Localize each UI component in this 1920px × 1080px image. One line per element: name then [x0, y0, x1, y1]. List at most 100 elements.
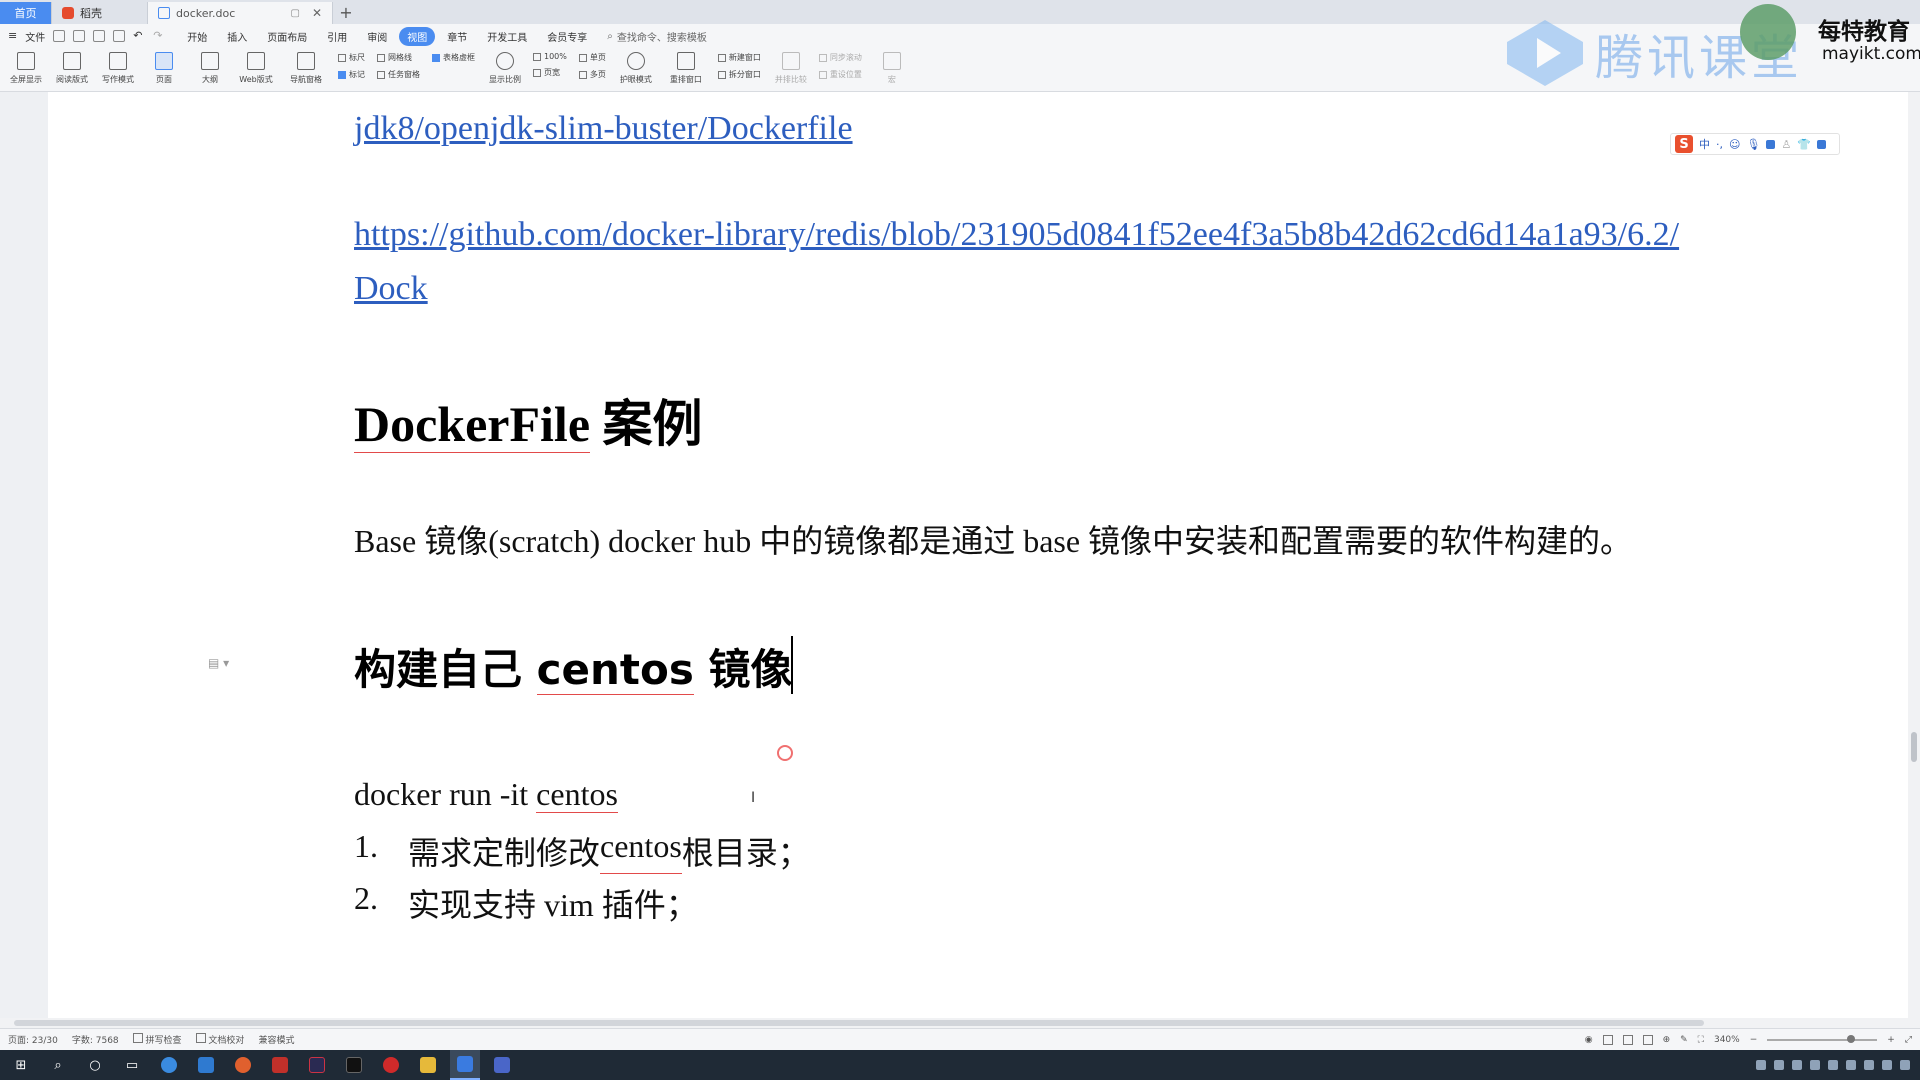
writing-mode-button[interactable]: 写作模式	[100, 52, 136, 85]
word-count[interactable]: 字数: 7568	[72, 1033, 119, 1046]
side-by-side-button[interactable]: 并排比较	[773, 52, 809, 85]
write-status-icon[interactable]: ✎	[1680, 1035, 1688, 1045]
web-status-icon[interactable]: ⊕	[1663, 1035, 1671, 1045]
ime-mode[interactable]: 中	[1699, 136, 1710, 152]
horizontal-scrollbar[interactable]	[0, 1018, 1920, 1028]
user-icon[interactable]: ♙	[1781, 138, 1791, 151]
tray-user-icon[interactable]	[1774, 1060, 1784, 1070]
web-layout-button[interactable]: Web版式	[238, 52, 274, 85]
github-link-line1[interactable]: https://github.com/docker-library/redis/…	[354, 216, 1679, 254]
table-frame-checkbox[interactable]: 表格虚框	[432, 52, 475, 63]
menu-file[interactable]: 文件	[25, 29, 45, 44]
ime-toolbar[interactable]: S 中 ·, ☺ 🎙 ♙ 👕	[1670, 133, 1840, 155]
single-page-button[interactable]: 单页	[578, 52, 606, 63]
recorder-icon[interactable]	[376, 1050, 406, 1080]
mic-icon[interactable]: 🎙	[1746, 138, 1760, 151]
zoom-100-button[interactable]: 100%	[533, 52, 567, 61]
dockerfile-link[interactable]: jdk8/openjdk-slim-buster/Dockerfile	[354, 110, 853, 148]
tray-volume-icon[interactable]	[1864, 1060, 1874, 1070]
zoom-slider[interactable]	[1767, 1034, 1878, 1043]
menu-review[interactable]: 审阅	[359, 27, 395, 46]
menu-reference[interactable]: 引用	[319, 27, 355, 46]
task-view-icon[interactable]: ▭	[117, 1050, 147, 1080]
windows-start-icon[interactable]: ⊞	[6, 1050, 36, 1080]
chrome-icon[interactable]	[154, 1050, 184, 1080]
horizontal-scroll-thumb[interactable]	[14, 1020, 1704, 1026]
menu-chapter[interactable]: 章节	[439, 27, 475, 46]
fullscreen-status-icon[interactable]: ⤢	[1905, 1035, 1912, 1045]
vertical-scrollbar[interactable]	[1908, 92, 1920, 1018]
reading-layout-button[interactable]: 阅读版式	[54, 52, 90, 85]
zoom-in-icon[interactable]: +	[1887, 1035, 1895, 1045]
new-tab-button[interactable]: +	[333, 2, 359, 24]
tray-ime-icon[interactable]	[1882, 1060, 1892, 1070]
zoom-out-icon[interactable]: −	[1750, 1035, 1758, 1045]
terminal-icon[interactable]	[339, 1050, 369, 1080]
tray-notification-icon[interactable]	[1900, 1060, 1910, 1070]
multi-page-button[interactable]: 多页	[578, 69, 606, 80]
tray-display-icon[interactable]	[1846, 1060, 1856, 1070]
punctuation-icon[interactable]: ·,	[1716, 138, 1723, 151]
fullscreen-button[interactable]: 全屏显示	[8, 52, 44, 85]
paragraph-handle-icon[interactable]: ▤ ▾	[208, 656, 229, 670]
undo-icon[interactable]: ↶	[133, 30, 145, 42]
menu-layout[interactable]: 页面布局	[259, 27, 315, 46]
reading-status-icon[interactable]	[1642, 1034, 1653, 1045]
tray-wechat-icon[interactable]	[1810, 1060, 1820, 1070]
fit-page-icon[interactable]: ⛶	[1698, 1035, 1704, 1045]
zoom-slider-handle[interactable]	[1847, 1034, 1856, 1043]
proofread-toggle[interactable]: 文档校对	[195, 1033, 244, 1046]
mark-checkbox[interactable]: 标记	[338, 69, 365, 80]
redo-icon[interactable]: ↷	[153, 30, 165, 42]
intellij-icon[interactable]	[302, 1050, 332, 1080]
gridline-checkbox[interactable]: 网格线	[377, 52, 420, 63]
command-search[interactable]: ⌕ 查找命令、搜索模板	[607, 29, 707, 44]
outline-status-icon[interactable]	[1622, 1034, 1633, 1045]
spell-check-toggle[interactable]: 拼写检查	[132, 1033, 182, 1046]
sync-scroll-button[interactable]: 同步滚动	[818, 52, 862, 63]
print-icon[interactable]	[93, 30, 106, 42]
tab-close-icon[interactable]: ✕	[312, 6, 322, 20]
nav-pane-button[interactable]: 导航窗格	[284, 52, 328, 85]
github-link-line2[interactable]: Dock	[354, 270, 428, 308]
search-icon[interactable]: ⌕	[43, 1050, 73, 1080]
page-indicator[interactable]: 页面: 23/30	[8, 1033, 58, 1046]
hamburger-icon[interactable]: ≡	[8, 30, 17, 42]
rearrange-window-button[interactable]: 重排窗口	[664, 52, 708, 85]
tab-app[interactable]: 稻壳	[52, 2, 148, 24]
remote-desktop-icon[interactable]	[487, 1050, 517, 1080]
emoji-icon[interactable]: ☺	[1729, 138, 1740, 151]
grid-menu-icon[interactable]	[1817, 139, 1827, 149]
zoom-button[interactable]: 显示比例	[487, 52, 523, 85]
menu-member[interactable]: 会员专享	[539, 27, 595, 46]
menu-insert[interactable]: 插入	[219, 27, 255, 46]
page-width-button[interactable]: 页宽	[533, 67, 567, 78]
eye-care-button[interactable]: 护眼模式	[618, 52, 654, 85]
print-preview-icon[interactable]	[113, 30, 126, 42]
zoom-level[interactable]: 340%	[1714, 1035, 1740, 1045]
tray-shield-icon[interactable]	[1828, 1060, 1838, 1070]
task-pane-checkbox[interactable]: 任务窗格	[377, 69, 420, 80]
split-window-button[interactable]: 拆分窗口	[717, 69, 761, 80]
macro-button[interactable]: 宏	[874, 52, 910, 85]
menu-devtools[interactable]: 开发工具	[479, 27, 535, 46]
filezilla-icon[interactable]	[265, 1050, 295, 1080]
page-view-button[interactable]: 页面	[146, 52, 182, 85]
wps-writer-icon[interactable]	[450, 1050, 480, 1080]
skin-icon[interactable]: 👕	[1797, 138, 1811, 151]
menu-view[interactable]: 视图	[399, 26, 436, 46]
vertical-scroll-thumb[interactable]	[1911, 732, 1917, 762]
outline-button[interactable]: 大纲	[192, 52, 228, 85]
menu-start[interactable]: 开始	[179, 27, 215, 46]
file-explorer-icon[interactable]	[413, 1050, 443, 1080]
tab-home[interactable]: 首页	[0, 2, 52, 24]
tab-document[interactable]: docker.doc ▢ ✕	[148, 2, 333, 24]
postman-icon[interactable]	[228, 1050, 258, 1080]
vscode-icon[interactable]	[191, 1050, 221, 1080]
cortana-icon[interactable]: ○	[80, 1050, 110, 1080]
eye-care-status-icon[interactable]: ◉	[1585, 1035, 1593, 1045]
keyboard-icon[interactable]	[1766, 139, 1776, 149]
ruler-checkbox[interactable]: 标尺	[338, 52, 365, 63]
tab-pin-icon[interactable]: ▢	[290, 8, 299, 19]
save-icon[interactable]	[53, 30, 66, 42]
